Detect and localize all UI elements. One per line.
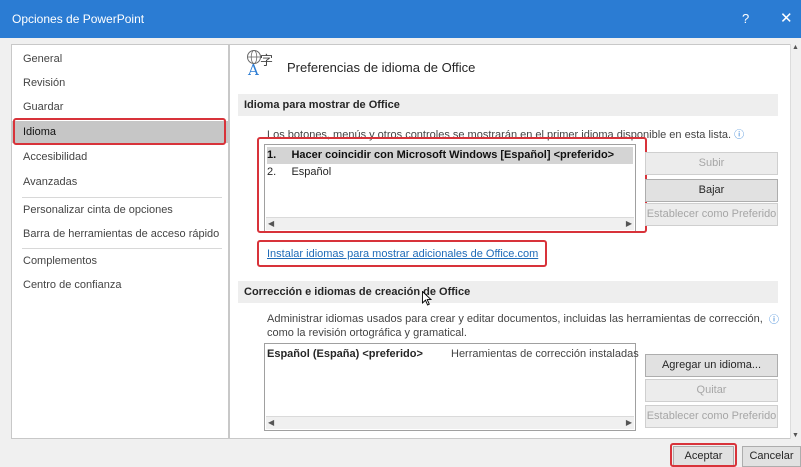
move-down-button[interactable]: Bajar: [645, 179, 778, 202]
list-item-label: Español (España) <preferido>: [267, 348, 423, 360]
authoring-language-list[interactable]: Español (España) <preferido> Herramienta…: [264, 343, 639, 431]
list-item[interactable]: Español (España) <preferido> Herramienta…: [267, 346, 639, 363]
remove-language-button[interactable]: Quitar: [645, 379, 778, 402]
svg-text:A: A: [247, 61, 259, 77]
set-preferred-authoring-button[interactable]: Establecer como Preferido: [645, 405, 778, 428]
move-up-button[interactable]: Subir: [645, 152, 778, 175]
info-icon[interactable]: ⓘ: [734, 130, 744, 141]
sidebar-item-guardar[interactable]: Guardar: [12, 96, 228, 118]
window-title: Opciones de PowerPoint: [12, 12, 145, 26]
language-icon: A 字: [247, 50, 273, 77]
set-preferred-display-button[interactable]: Establecer como Preferido: [645, 203, 778, 226]
options-sidebar: General Revisión Guardar Idioma Accesibi…: [11, 44, 229, 439]
sidebar-item-centro-confianza[interactable]: Centro de confianza: [12, 274, 228, 296]
authoring-description-line1: Administrar idiomas usados para crear y …: [267, 313, 763, 325]
page-title: Preferencias de idioma de Office: [287, 60, 476, 75]
scroll-left-icon[interactable]: ◀: [268, 418, 274, 427]
add-language-button[interactable]: Agregar un idioma...: [645, 354, 778, 377]
mouse-pointer-icon: [422, 291, 432, 306]
highlight-install-link: [257, 240, 547, 267]
info-icon[interactable]: ⓘ: [769, 311, 779, 326]
sidebar-item-revision[interactable]: Revisión: [12, 72, 228, 94]
svg-text:字: 字: [260, 54, 273, 69]
sidebar-item-barra-acceso-rapido[interactable]: Barra de herramientas de acceso rápido: [12, 223, 228, 245]
scroll-up-icon[interactable]: ▲: [792, 44, 799, 51]
sidebar-item-avanzadas[interactable]: Avanzadas: [12, 171, 228, 193]
sidebar-item-personalizar-cinta[interactable]: Personalizar cinta de opciones: [12, 199, 228, 221]
vertical-scrollbar[interactable]: ▲ ▼: [790, 44, 801, 439]
sidebar-item-general[interactable]: General: [12, 48, 228, 70]
list-item-status: Herramientas de corrección instaladas: [451, 348, 639, 360]
cancel-button[interactable]: Cancelar: [742, 446, 801, 467]
sidebar-item-complementos[interactable]: Complementos: [12, 250, 228, 272]
scroll-right-icon[interactable]: ▶: [626, 418, 632, 427]
scroll-down-icon[interactable]: ▼: [792, 432, 799, 439]
highlight-display-list: [257, 137, 647, 233]
sidebar-divider: [22, 248, 222, 249]
section-authoring-language: Corrección e idiomas de creación de Offi…: [238, 281, 778, 303]
help-button[interactable]: ?: [742, 11, 749, 26]
highlight-idioma: [13, 118, 226, 145]
sidebar-divider: [22, 197, 222, 198]
sidebar-item-accesibilidad[interactable]: Accesibilidad: [12, 146, 228, 168]
section-display-language: Idioma para mostrar de Office: [238, 94, 778, 116]
title-bar: Opciones de PowerPoint ? ✕: [0, 0, 801, 38]
highlight-ok-button: [670, 443, 737, 467]
authoring-description-line2: como la revisión ortográfica y gramatica…: [267, 327, 467, 339]
horizontal-scrollbar[interactable]: ◀ ▶: [266, 416, 634, 429]
close-button[interactable]: ✕: [780, 9, 793, 27]
